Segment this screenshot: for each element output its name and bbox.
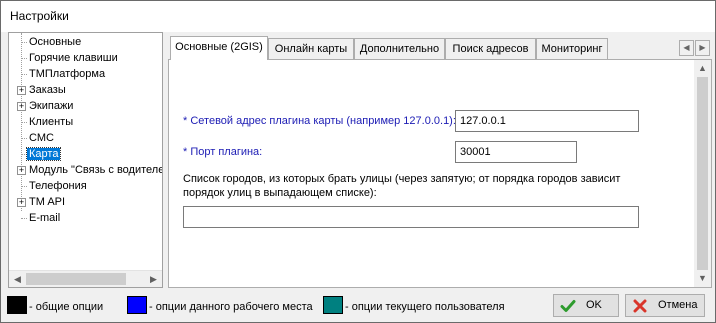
scrollbar-thumb[interactable]	[26, 273, 126, 285]
tree-item-driver-module[interactable]: Модуль "Связь с водителем"	[27, 162, 163, 178]
settings-tree[interactable]: Основные Горячие клавиши ТМПлатформа + З…	[8, 32, 163, 288]
tab-strip: Основные (2GIS) Онлайн карты Дополнитель…	[168, 32, 712, 60]
ok-button[interactable]: OK	[553, 294, 619, 317]
scroll-right-icon[interactable]: ▶	[145, 271, 162, 287]
plugin-port-label: * Порт плагина:	[183, 146, 263, 158]
cancel-button-label: Отмена	[658, 299, 698, 311]
ok-button-label: OK	[586, 299, 602, 311]
tree-item-telephony[interactable]: Телефония	[27, 178, 89, 194]
tree-item-orders[interactable]: Заказы	[27, 82, 68, 98]
tree-item-label: Телефония	[29, 180, 87, 192]
tab-additional[interactable]: Дополнительно	[354, 38, 445, 59]
tree-item-label: Карта	[25, 147, 62, 161]
expand-icon[interactable]: +	[17, 102, 26, 111]
legend-user-label: - опции текущего пользователя	[345, 301, 505, 313]
tree-item-clients[interactable]: Клиенты	[27, 114, 75, 130]
cross-icon	[633, 299, 647, 313]
tree-horizontal-scrollbar[interactable]: ◀ ▶	[9, 270, 162, 287]
cities-label: Список городов, из которых брать улицы (…	[183, 173, 621, 199]
legend-swatch-common	[7, 296, 27, 314]
scroll-down-icon[interactable]: ▼	[694, 270, 711, 287]
tree-item-label: Экипажи	[29, 100, 74, 112]
cities-input[interactable]	[183, 206, 639, 228]
tab-online-maps[interactable]: Онлайн карты	[268, 38, 354, 59]
plugin-address-label: * Сетевой адрес плагина карты (например …	[183, 115, 456, 127]
tab-page-vertical-scrollbar[interactable]: ▲ ▼	[694, 60, 711, 287]
tree-item-sms[interactable]: СМС	[27, 130, 56, 146]
tree-item-tm-api[interactable]: TM API	[27, 194, 67, 210]
scrollbar-thumb[interactable]	[697, 77, 708, 270]
tab-page-basic: * Сетевой адрес плагина карты (например …	[168, 59, 712, 288]
plugin-port-input[interactable]	[455, 141, 577, 163]
tree-item-label: Клиенты	[29, 116, 74, 128]
legend-swatch-workstation	[127, 296, 147, 314]
plugin-address-input[interactable]	[455, 110, 639, 132]
tree-item-map[interactable]: Карта	[25, 146, 62, 162]
scroll-up-icon[interactable]: ▲	[694, 60, 711, 77]
cancel-button[interactable]: Отмена	[625, 294, 705, 317]
checkmark-icon	[560, 300, 576, 312]
expand-icon[interactable]: +	[17, 86, 26, 95]
expand-icon[interactable]: +	[17, 198, 26, 207]
tab-scroll-left-icon[interactable]: ◀	[679, 40, 694, 56]
tree-item-label: Заказы	[29, 84, 66, 96]
tab-monitoring[interactable]: Мониторинг	[536, 38, 608, 59]
tree-item-label: Модуль "Связь с водителем"	[29, 164, 163, 176]
title-bar: Настройки	[1, 1, 715, 32]
tree-item-label: СМС	[29, 132, 54, 144]
tab-basic-2gis[interactable]: Основные (2GIS)	[170, 36, 268, 60]
tree-item-label: TM API	[29, 196, 66, 208]
tree-item-label: Горячие клавиши	[29, 52, 118, 64]
tab-address-search[interactable]: Поиск адресов	[445, 38, 536, 59]
scroll-left-icon[interactable]: ◀	[9, 271, 26, 287]
tree-item-hotkeys[interactable]: Горячие клавиши	[27, 50, 120, 66]
tree-item-tmplatform[interactable]: ТМПлатформа	[27, 66, 107, 82]
settings-window: Настройки Основные Горячие клавиши ТМПла…	[0, 0, 716, 323]
legend-common-label: - общие опции	[29, 301, 104, 313]
window-title: Настройки	[10, 9, 69, 23]
tab-scroll-right-icon[interactable]: ▶	[695, 40, 710, 56]
tree-item-label: E-mail	[29, 212, 61, 224]
tree-item-basic[interactable]: Основные	[27, 34, 83, 50]
tree-item-crews[interactable]: Экипажи	[27, 98, 75, 114]
tree-item-email[interactable]: E-mail	[27, 210, 62, 226]
tree-item-label: ТМПлатформа	[29, 68, 106, 80]
legend-workstation-label: - опции данного рабочего места	[149, 301, 313, 313]
tab-control: Основные (2GIS) Онлайн карты Дополнитель…	[168, 32, 712, 288]
legend-swatch-user	[323, 296, 343, 314]
tree-item-label: Основные	[29, 36, 82, 48]
expand-icon[interactable]: +	[17, 166, 26, 175]
